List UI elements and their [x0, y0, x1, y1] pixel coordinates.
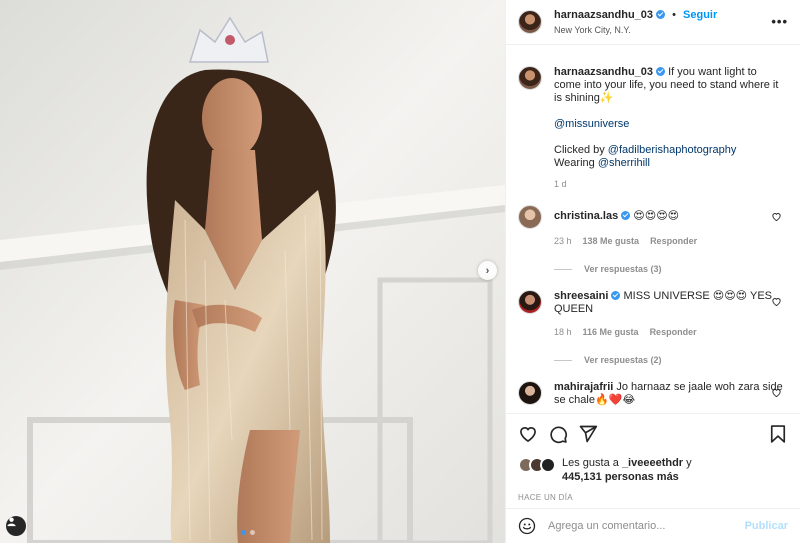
add-comment-bar: Publicar	[506, 508, 800, 543]
verified-icon	[611, 291, 621, 300]
author-avatar[interactable]	[518, 66, 542, 90]
liker-avatar	[540, 457, 556, 473]
likes-summary[interactable]: Les gusta a _iveeeethdr y 445,131 person…	[518, 456, 788, 484]
heart-icon[interactable]	[518, 424, 538, 444]
post-side-panel: harnaazsandhu_03 • Seguir New York City,…	[505, 0, 800, 543]
designer-link[interactable]: @sherrihill	[598, 157, 650, 169]
comment-like-icon[interactable]	[771, 211, 782, 222]
post-photo[interactable]: ›	[0, 0, 505, 543]
reply-button[interactable]: Responder	[650, 326, 697, 339]
share-icon[interactable]	[578, 424, 598, 444]
caption: harnaazsandhu_03 If you want light to co…	[518, 66, 788, 191]
user-tag-button[interactable]	[6, 516, 26, 536]
commenter-avatar[interactable]	[518, 290, 542, 314]
bookmark-icon[interactable]	[768, 424, 788, 444]
carousel-dot	[241, 530, 246, 535]
comment-likes[interactable]: 116 Me gusta	[583, 326, 639, 339]
comment-item: christina.las 😍😍😍😍 23 h 138 Me gusta Res…	[518, 205, 788, 248]
caption-time[interactable]: 1 d	[554, 178, 567, 191]
view-replies-button[interactable]: Ver respuestas (3)	[554, 264, 788, 274]
emoji-icon[interactable]	[518, 517, 536, 535]
carousel-next-button[interactable]: ›	[478, 261, 497, 280]
clicked-by-label: Clicked by	[554, 144, 608, 156]
more-options-icon[interactable]: •••	[771, 14, 788, 29]
commenter-username[interactable]: christina.las	[554, 210, 618, 222]
photo-illustration	[0, 0, 505, 543]
comment-like-icon[interactable]	[771, 296, 782, 307]
comment-time[interactable]: 18 h	[554, 326, 572, 339]
post-location[interactable]: New York City, N.Y.	[554, 23, 717, 37]
chevron-right-icon: ›	[485, 264, 490, 277]
carousel-dot	[250, 530, 255, 535]
comments-list[interactable]: harnaazsandhu_03 If you want light to co…	[506, 46, 800, 413]
user-tag-icon	[7, 517, 16, 527]
photographer-link[interactable]: @fadilberishaphotography	[608, 144, 737, 156]
post-actions: Les gusta a _iveeeethdr y 445,131 person…	[506, 413, 800, 503]
likes-prefix: Les gusta a	[562, 457, 622, 469]
post-date[interactable]: HACE UN DÍA	[518, 493, 788, 502]
reply-button[interactable]: Responder	[650, 235, 697, 248]
post-header: harnaazsandhu_03 • Seguir New York City,…	[506, 0, 800, 45]
follow-button[interactable]: Seguir	[683, 9, 717, 21]
comment-item: mahirajafrii Jo harnaaz se jaale woh zar…	[518, 381, 788, 407]
wearing-label: Wearing	[554, 157, 598, 169]
comment-like-icon[interactable]	[771, 387, 782, 398]
view-replies-button[interactable]: Ver respuestas (2)	[554, 355, 788, 365]
verified-icon	[621, 211, 631, 220]
comment-icon[interactable]	[548, 424, 568, 444]
verified-icon	[656, 67, 666, 76]
comment-item: shreesaini MISS UNIVERSE 😍😍😍 YES QUEEN 1…	[518, 290, 788, 339]
carousel-indicator	[241, 530, 255, 535]
caption-username[interactable]: harnaazsandhu_03	[554, 66, 653, 78]
comment-input[interactable]	[548, 520, 745, 532]
mention-link[interactable]: @missuniverse	[554, 118, 629, 130]
commenter-username[interactable]: mahirajafrii	[554, 381, 613, 393]
author-avatar[interactable]	[518, 10, 542, 34]
separator-dot: •	[672, 8, 676, 21]
comment-likes[interactable]: 138 Me gusta	[583, 235, 640, 248]
liker-avatars	[518, 457, 556, 473]
commenter-avatar[interactable]	[518, 205, 542, 229]
comment-time[interactable]: 23 h	[554, 235, 572, 248]
publish-button[interactable]: Publicar	[745, 520, 788, 532]
liker-username[interactable]: _iveeeethdr	[622, 457, 683, 469]
verified-icon	[656, 9, 666, 19]
commenter-avatar[interactable]	[518, 381, 542, 405]
commenter-username[interactable]: shreesaini	[554, 290, 608, 302]
likes-count[interactable]: 445,131 personas más	[562, 471, 679, 483]
likes-and: y	[683, 457, 692, 469]
author-username[interactable]: harnaazsandhu_03	[554, 9, 653, 21]
comment-text: 😍😍😍😍	[633, 210, 680, 222]
